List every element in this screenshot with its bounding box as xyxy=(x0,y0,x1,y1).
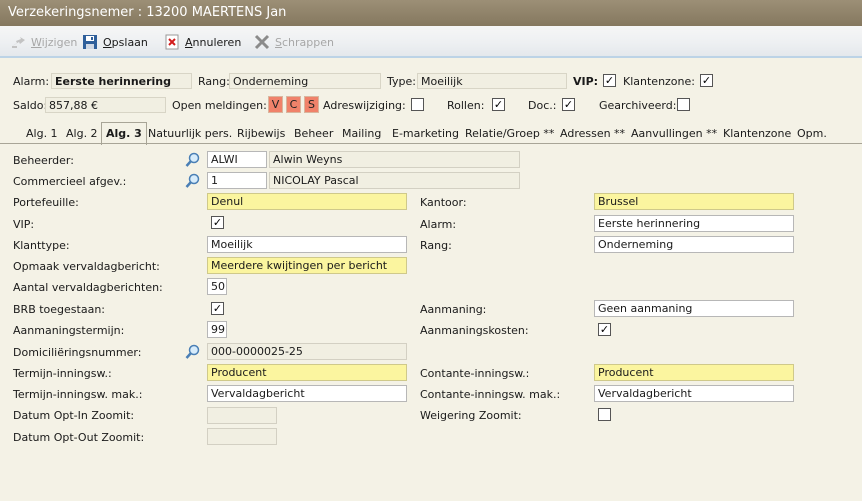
tab-alg-3[interactable]: Alg. 3 xyxy=(101,122,147,145)
vip-form-label: VIP: xyxy=(13,218,35,231)
brb-label: BRB toegestaan: xyxy=(13,303,105,316)
tab-divider xyxy=(0,143,862,144)
saldo-value: 857,88 € xyxy=(45,97,166,113)
alarm-value: Eerste herinnering xyxy=(51,73,192,89)
open-meldingen-label: Open meldingen: xyxy=(172,99,267,112)
aantal-label: Aantal vervaldagberichten: xyxy=(13,281,163,294)
tab-rijbewijs[interactable]: Rijbewijs xyxy=(237,124,285,144)
rang-label: Rang: xyxy=(198,75,230,88)
klanttype-label: Klanttype: xyxy=(13,239,70,252)
vip-checkbox[interactable]: ✓ xyxy=(603,74,616,87)
vip-label: VIP: xyxy=(573,75,599,88)
tab-relatie-groep[interactable]: Relatie/Groep ** xyxy=(465,124,554,144)
contante-mak-label: Contante-inningsw. mak.: xyxy=(420,388,561,401)
portefeuille-input[interactable]: Denul xyxy=(207,193,407,210)
tab-mailing[interactable]: Mailing xyxy=(342,124,381,144)
rang-form-input[interactable]: Onderneming xyxy=(594,236,794,253)
tab-klantenzone[interactable]: Klantenzone xyxy=(723,124,791,144)
save-icon xyxy=(82,34,98,50)
window-title: Verzekeringsnemer : 13200 MAERTENS Jan xyxy=(0,0,862,26)
vip-form-checkbox[interactable]: ✓ xyxy=(211,216,224,229)
adreswijziging-label: Adreswijziging: xyxy=(323,99,406,112)
aanmaning-input[interactable]: Geen aanmaning xyxy=(594,300,794,317)
termijn-input[interactable]: Producent xyxy=(207,364,407,381)
gearchiveerd-checkbox[interactable] xyxy=(677,98,690,111)
search-icon[interactable] xyxy=(185,344,201,360)
schrappen-button[interactable]: Schrappen xyxy=(254,33,334,51)
opmaak-label: Opmaak vervaldagbericht: xyxy=(13,260,160,273)
domiciliering-input: 000-0000025-25 xyxy=(207,343,407,360)
commercieel-name: NICOLAY Pascal xyxy=(269,172,520,189)
alarm-form-input[interactable]: Eerste herinnering xyxy=(594,215,794,232)
rollen-label: Rollen: xyxy=(447,99,485,112)
beheerder-code-input[interactable]: ALWI xyxy=(207,151,267,168)
tab-opm[interactable]: Opm. xyxy=(797,124,827,144)
commercieel-code-input[interactable]: 1 xyxy=(207,172,267,189)
search-icon[interactable] xyxy=(185,152,201,168)
kantoor-input[interactable]: Brussel xyxy=(594,193,794,210)
saldo-label: Saldo: xyxy=(13,99,48,112)
beheerder-name: Alwin Weyns xyxy=(269,151,520,168)
search-icon[interactable] xyxy=(185,173,201,189)
melding-badge-v[interactable]: V xyxy=(268,96,283,113)
type-value: Moeilijk xyxy=(417,73,567,89)
tab-alg-2[interactable]: Alg. 2 xyxy=(66,124,98,144)
tab-e-marketing[interactable]: E-marketing xyxy=(392,124,459,144)
edit-icon xyxy=(10,34,26,50)
type-label: Type: xyxy=(387,75,416,88)
commercieel-label: Commercieel afgev.: xyxy=(13,175,127,188)
toolbar: Wijzigen Opslaan Annuleren Schrappen xyxy=(0,26,862,58)
doc-label: Doc.: xyxy=(528,99,557,112)
contante-label: Contante-inningsw.: xyxy=(420,367,530,380)
adreswijziging-checkbox[interactable] xyxy=(411,98,424,111)
kantoor-label: Kantoor: xyxy=(420,196,467,209)
aantal-input[interactable]: 50 xyxy=(207,278,227,295)
rang-value: Onderneming xyxy=(229,73,381,89)
rang-form-label: Rang: xyxy=(420,239,452,252)
klantenzone-label: Klantenzone: xyxy=(623,75,695,88)
beheerder-label: Beheerder: xyxy=(13,154,74,167)
weigering-label: Weigering Zoomit: xyxy=(420,409,522,422)
cancel-icon xyxy=(164,34,180,50)
opslaan-button[interactable]: Opslaan xyxy=(82,33,148,51)
contante-input[interactable]: Producent xyxy=(594,364,794,381)
optin-label: Datum Opt-In Zoomit: xyxy=(13,409,135,422)
contante-mak-input[interactable]: Vervaldagbericht xyxy=(594,385,794,402)
melding-badge-s[interactable]: S xyxy=(304,96,319,113)
optin-input[interactable] xyxy=(207,407,277,424)
annuleren-button[interactable]: Annuleren xyxy=(164,33,241,51)
domiciliering-label: Domiciliëringsnummer: xyxy=(13,346,142,359)
aanmaning-label: Aanmaning: xyxy=(420,303,487,316)
doc-checkbox[interactable]: ✓ xyxy=(562,98,575,111)
aanmaningstermijn-input[interactable]: 99 xyxy=(207,321,227,338)
aanmaningstermijn-label: Aanmaningstermijn: xyxy=(13,324,125,337)
brb-checkbox[interactable]: ✓ xyxy=(211,302,224,315)
opmaak-input[interactable]: Meerdere kwijtingen per bericht xyxy=(207,257,407,274)
tab-alg-1[interactable]: Alg. 1 xyxy=(26,124,58,144)
tab-bar: Alg. 1 Alg. 2 Alg. 3 Natuurlijk pers. Ri… xyxy=(0,122,862,145)
delete-icon xyxy=(254,34,270,50)
wijzigen-button[interactable]: Wijzigen xyxy=(10,33,77,51)
alarm-label: Alarm: xyxy=(13,75,50,88)
gearchiveerd-label: Gearchiveerd: xyxy=(599,99,677,112)
termijn-mak-label: Termijn-inningsw. mak.: xyxy=(13,388,143,401)
klanttype-input[interactable]: Moeilijk xyxy=(207,236,407,253)
optout-input[interactable] xyxy=(207,428,277,445)
alarm-form-label: Alarm: xyxy=(420,218,457,231)
rollen-checkbox[interactable]: ✓ xyxy=(492,98,505,111)
portefeuille-label: Portefeuille: xyxy=(13,196,79,209)
termijn-mak-input[interactable]: Vervaldagbericht xyxy=(207,385,407,402)
tab-adressen[interactable]: Adressen ** xyxy=(560,124,625,144)
aanmaningskosten-checkbox[interactable]: ✓ xyxy=(598,323,611,336)
tab-natuurlijk-pers[interactable]: Natuurlijk pers. xyxy=(148,124,232,144)
tab-beheer[interactable]: Beheer xyxy=(294,124,333,144)
weigering-checkbox[interactable] xyxy=(598,408,611,421)
klantenzone-checkbox[interactable]: ✓ xyxy=(700,74,713,87)
optout-label: Datum Opt-Out Zoomit: xyxy=(13,431,145,444)
melding-badge-c[interactable]: C xyxy=(286,96,301,113)
aanmaningskosten-label: Aanmaningskosten: xyxy=(420,324,529,337)
tab-aanvullingen[interactable]: Aanvullingen ** xyxy=(631,124,717,144)
termijn-label: Termijn-inningsw.: xyxy=(13,367,112,380)
